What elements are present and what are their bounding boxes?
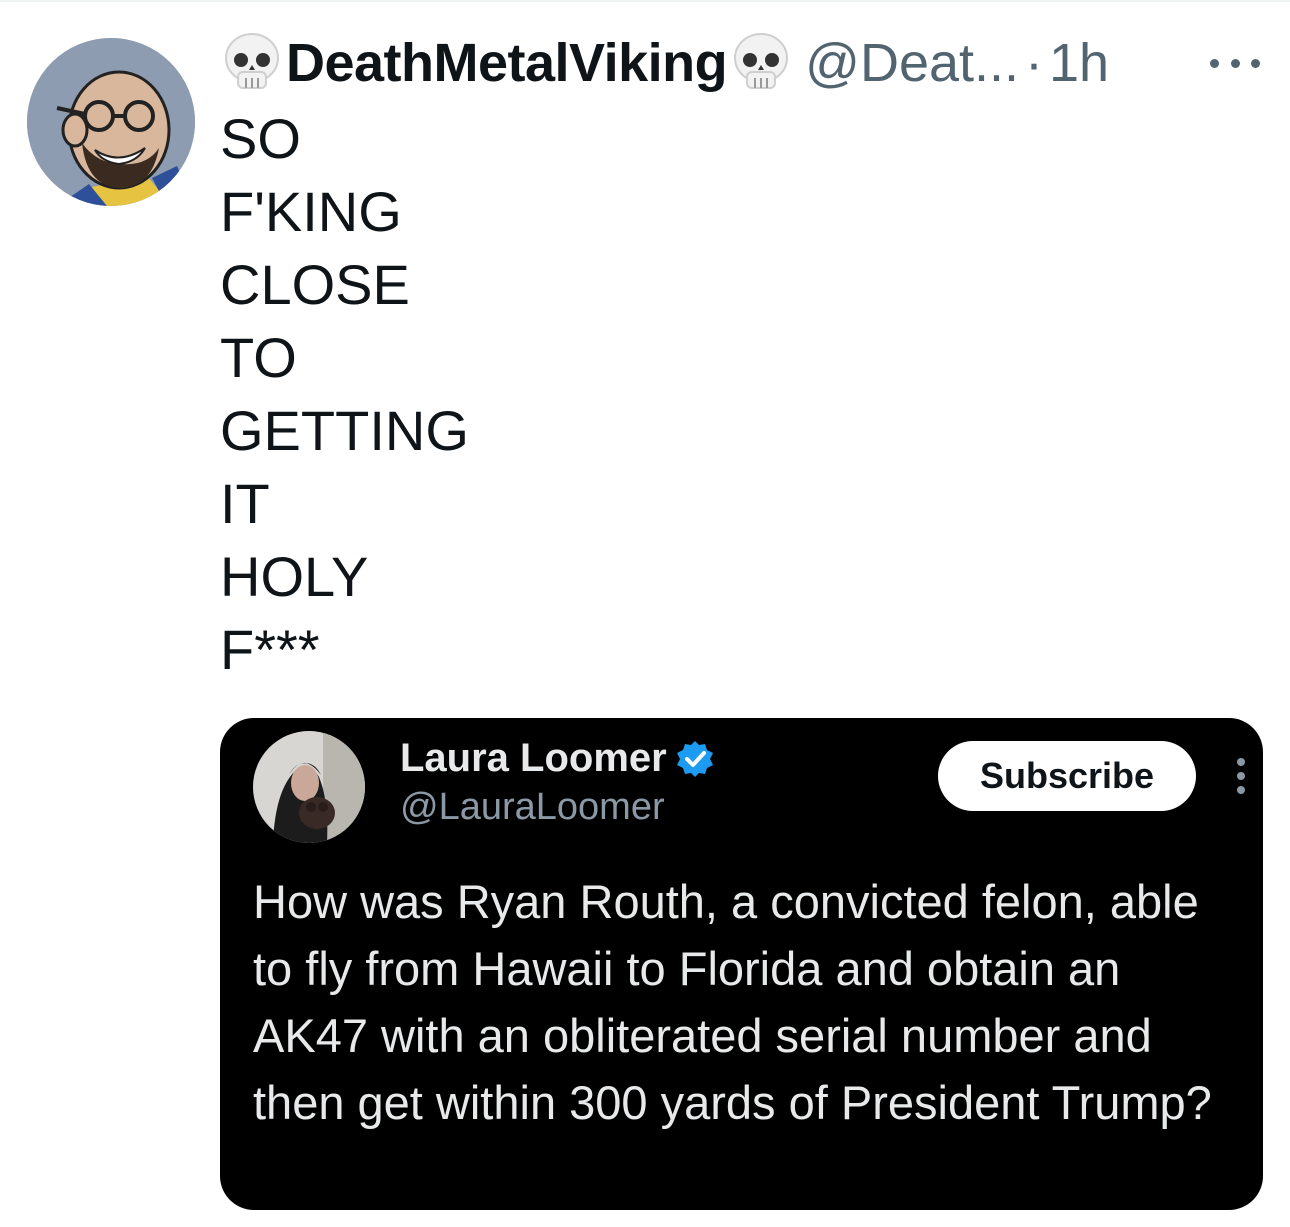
quoted-avatar[interactable] <box>253 731 365 843</box>
quoted-name-row: Laura Loomer <box>400 736 715 781</box>
dot <box>1210 58 1219 68</box>
tweet-text-line: HOLY <box>220 545 369 608</box>
skull-emoji-icon <box>731 32 791 94</box>
dot <box>1237 786 1245 794</box>
tweet-text-line: TO <box>220 326 297 389</box>
tweet-text-line: CLOSE <box>220 253 410 316</box>
quoted-handle[interactable]: @LauraLoomer <box>400 786 665 829</box>
quoted-tweet-text: How was Ryan Routh, a convicted felon, a… <box>253 875 1212 1129</box>
subscribe-button[interactable]: Subscribe <box>938 741 1196 811</box>
more-options-icon[interactable] <box>1210 50 1260 76</box>
skull-emoji-icon <box>222 32 282 94</box>
dot <box>1237 772 1245 780</box>
user-handle[interactable]: @Deat... <box>805 32 1019 94</box>
dot <box>1251 58 1260 68</box>
separator-dot: · <box>1025 33 1043 93</box>
tweet-text-line: SO <box>220 107 301 170</box>
quoted-display-name[interactable]: Laura Loomer <box>400 736 667 781</box>
tweet-header: DeathMetalViking @Deat... · 1h <box>222 28 1109 98</box>
display-name[interactable]: DeathMetalViking <box>286 32 728 94</box>
tweet-text: SO F'KING CLOSE TO GETTING IT HOLY F*** <box>220 102 469 686</box>
avatar[interactable] <box>27 38 195 206</box>
dot <box>1230 58 1240 68</box>
quoted-more-options-icon[interactable] <box>1237 758 1245 794</box>
tweet-text-line: GETTING <box>220 399 469 462</box>
dot <box>1237 758 1245 766</box>
quoted-tweet-card[interactable]: Laura Loomer @LauraLoomer Subscribe How … <box>220 718 1263 1210</box>
tweet-text-line: F'KING <box>220 180 402 243</box>
top-divider <box>0 0 1290 2</box>
timestamp[interactable]: 1h <box>1049 32 1109 94</box>
tweet-text-line: IT <box>220 472 270 535</box>
verified-badge-icon <box>675 739 715 779</box>
tweet-text-line: F*** <box>220 618 320 681</box>
